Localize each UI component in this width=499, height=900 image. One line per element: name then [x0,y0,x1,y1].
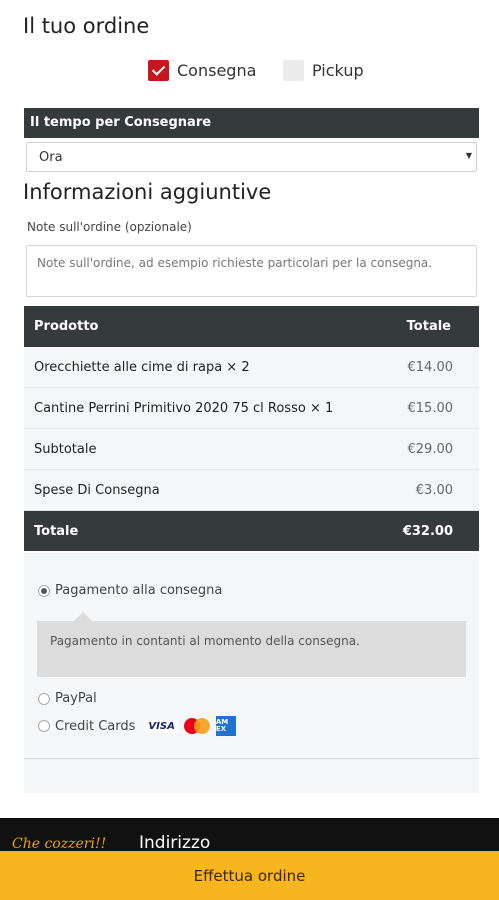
dropdown-caret-icon: ▼ [465,151,472,160]
mastercard-icon [183,718,210,734]
table-row: Orecchiette alle cime di rapa × 2 €14.00 [24,347,479,388]
footer-bar: Che cozzeri!! Indirizzo [0,818,499,852]
row-label: Subtotale [34,441,97,457]
order-notes-field[interactable]: Note sull'ordine, ad esempio richieste p… [26,245,477,297]
order-total-row: Totale €32.00 [24,511,479,551]
delivery-time-select[interactable]: Ora ▼ [26,142,477,172]
brand-logo: Che cozzeri!! [12,836,107,852]
radio-selected-icon[interactable] [38,584,50,597]
order-review-table: Prodotto Totale Orecchiette alle cime di… [24,306,479,551]
column-header-product: Prodotto [34,319,99,334]
column-header-total: Totale [406,319,451,334]
payment-methods: Pagamento alla consegna Pagamento in con… [24,553,479,793]
order-notes-label: Note sull'ordine (opzionale) [27,220,192,234]
total-value: €32.00 [402,523,453,539]
delivery-option-pickup[interactable]: Pickup [283,60,364,81]
row-price: €14.00 [407,359,454,375]
place-order-button[interactable]: Effettua ordine [0,851,499,900]
shipping-row: Spese Di Consegna €3.00 [24,470,479,511]
row-price: €29.00 [407,441,454,457]
row-price: €3.00 [415,482,453,498]
additional-info-title: Informazioni aggiuntive [23,180,272,204]
payment-option-paypal[interactable]: PayPal [38,691,97,706]
page-title: Il tuo ordine [23,14,150,38]
delivery-option-consegna[interactable]: Consegna [148,60,256,81]
subtotal-row: Subtotale €29.00 [24,429,479,470]
table-header: Prodotto Totale [24,306,479,347]
card-brand-icons: VISA AM EX [145,716,236,736]
footer-address-label: Indirizzo [139,833,211,852]
row-product: Cantine Perrini Primitivo 2020 75 cl Ros… [34,400,334,416]
checkbox-checked-icon[interactable] [148,60,169,81]
delivery-time-header: Il tempo per Consegnare [24,108,479,138]
table-row: Cantine Perrini Primitivo 2020 75 cl Ros… [24,388,479,429]
divider [24,758,479,759]
delivery-option-label: Pickup [312,61,364,80]
delivery-method-selector: Consegna Pickup [0,60,499,88]
delivery-time-value: Ora [39,150,63,165]
radio-unselected-icon[interactable] [38,692,50,705]
total-label: Totale [34,523,79,539]
payment-option-label: Pagamento alla consegna [55,583,223,598]
payment-option-cod[interactable]: Pagamento alla consegna [38,583,222,598]
payment-option-credit-cards[interactable]: Credit Cards VISA AM EX [38,716,236,736]
payment-description: Pagamento in contanti al momento della c… [37,612,466,677]
payment-option-label: Credit Cards [55,718,136,734]
checkbox-unchecked-icon[interactable] [283,60,304,81]
row-price: €15.00 [407,400,454,416]
delivery-option-label: Consegna [177,61,257,80]
radio-unselected-icon[interactable] [38,720,50,732]
amex-icon: AM EX [215,716,236,736]
visa-icon: VISA [145,719,178,733]
row-product: Orecchiette alle cime di rapa × 2 [34,359,250,375]
row-label: Spese Di Consegna [34,482,160,498]
payment-option-label: PayPal [55,691,97,706]
